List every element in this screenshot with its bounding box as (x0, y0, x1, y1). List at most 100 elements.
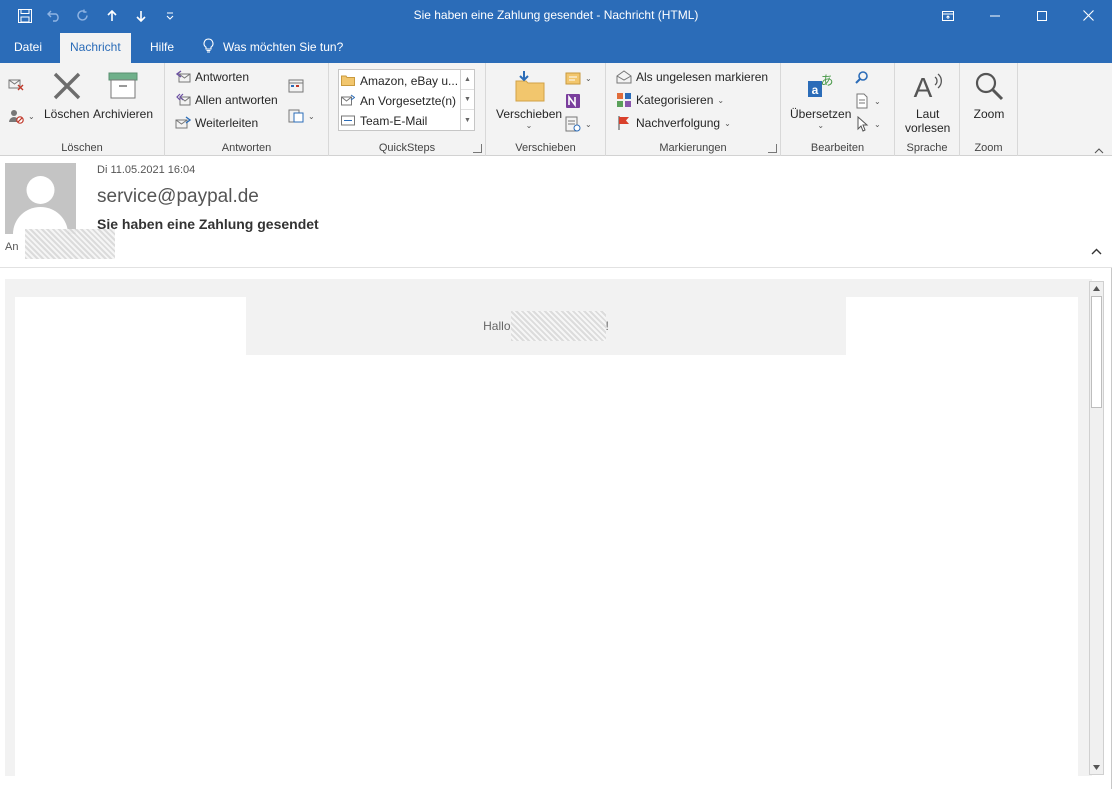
group-label-bearbeiten: Bearbeiten (810, 142, 865, 154)
lightbulb-icon (203, 38, 214, 56)
read-aloud-label-2: vorlesen (905, 121, 951, 135)
read-aloud-button[interactable]: A Laut vorlesen (905, 69, 950, 135)
reply-icon (175, 69, 191, 85)
message-date: Di 11.05.2021 16:04 (97, 164, 196, 176)
chevron-down-icon: ⌄ (724, 118, 731, 128)
svg-text:あ: あ (820, 74, 833, 89)
forward-icon (175, 115, 191, 131)
group-label-antworten: Antworten (221, 142, 272, 154)
message-header: Di 11.05.2021 16:04 service@paypal.de Si… (0, 156, 1112, 268)
quickstep-item[interactable]: Team-E-Mail (341, 111, 427, 131)
actions-icon (565, 116, 581, 132)
minimize-icon[interactable] (971, 0, 1018, 31)
archive-label: Archivieren (93, 107, 154, 121)
forward-button[interactable]: Weiterleiten (175, 113, 258, 133)
junk-button[interactable]: ⌄ (8, 106, 35, 126)
collapse-header-icon[interactable] (1091, 244, 1102, 258)
onenote-button[interactable] (565, 91, 581, 111)
quickstep-item[interactable]: Amazon, eBay u... (341, 71, 458, 91)
gallery-expand-icon[interactable]: ▼ (461, 110, 474, 130)
forward-mail-icon (341, 94, 356, 109)
categorize-button[interactable]: Kategorisieren ⌄ (616, 90, 724, 110)
sender-address[interactable]: service@paypal.de (97, 186, 259, 208)
related-button[interactable]: ⌄ (854, 91, 881, 111)
window-controls (924, 0, 1112, 31)
tab-datei[interactable]: Datei (4, 31, 52, 63)
group-zoom: Zoom Zoom (960, 63, 1018, 156)
tab-nachricht[interactable]: Nachricht (60, 33, 131, 63)
translate-icon: aあ (804, 69, 838, 103)
find-button[interactable] (854, 68, 870, 88)
reply-button[interactable]: Antworten (175, 67, 249, 87)
read-aloud-label-1: Laut (916, 107, 940, 121)
delete-label: Löschen (44, 107, 90, 121)
move-button[interactable]: Verschieben ⌄ (496, 69, 562, 130)
scroll-down-icon[interactable]: ▼ (461, 90, 474, 110)
sender-avatar[interactable] (5, 163, 76, 234)
quickstep-item[interactable]: An Vorgesetzte(n) (341, 91, 456, 111)
reply-all-label: Allen antworten (195, 93, 278, 107)
meeting-icon (288, 78, 304, 94)
ignore-button[interactable] (8, 74, 24, 94)
greeting-prefix: Hallo (483, 319, 511, 333)
maximize-icon[interactable] (1018, 0, 1065, 31)
zoom-label: Zoom (973, 107, 1005, 121)
chevron-down-icon: ⌄ (308, 111, 315, 121)
translate-button[interactable]: aあ Übersetzen ⌄ (790, 69, 851, 130)
ribbon-display-options-icon[interactable] (924, 0, 971, 31)
rules-icon (565, 70, 581, 86)
group-label-loeschen: Löschen (61, 142, 103, 154)
magnifier-icon (972, 69, 1006, 103)
categorize-label: Kategorisieren (636, 93, 714, 107)
reply-all-icon (175, 92, 191, 108)
chevron-down-icon: ⌄ (874, 119, 881, 129)
team-mail-icon (341, 114, 355, 129)
rules-button[interactable]: ⌄ (565, 68, 592, 88)
group-label-zoom: Zoom (974, 142, 1003, 154)
actions-button[interactable]: ⌄ (565, 114, 592, 134)
quicksteps-gallery: Amazon, eBay u... An Vorgesetzte(n) Team… (338, 69, 475, 131)
tab-hilfe[interactable]: Hilfe (140, 31, 184, 63)
ribbon-tab-bar: Datei Nachricht Hilfe Was möchten Sie tu… (0, 31, 1112, 63)
group-verschieben: Verschieben ⌄ ⌄ ⌄ Verschieben (486, 63, 606, 156)
group-label-sprache: Sprache (906, 142, 948, 154)
svg-text:A: A (913, 72, 932, 101)
tell-me-search[interactable]: Was möchten Sie tun? (203, 31, 343, 63)
chevron-down-icon: ⌄ (585, 73, 592, 83)
scrollbar-thumb[interactable] (1091, 296, 1102, 408)
flag-icon (616, 115, 632, 131)
dialog-launcher-icon[interactable] (473, 144, 482, 153)
group-loeschen: ⌄ Löschen Archivieren Löschen (0, 63, 165, 156)
scroll-up-icon[interactable]: ▲ (461, 70, 474, 90)
scroll-down-icon[interactable] (1092, 763, 1101, 772)
meeting-button[interactable] (288, 76, 304, 96)
collapse-ribbon-icon[interactable] (1094, 143, 1104, 154)
reply-all-button[interactable]: Allen antworten (175, 90, 278, 110)
to-label: An (5, 241, 19, 253)
message-body: Hallo ! (15, 297, 1078, 776)
zoom-button[interactable]: Zoom (972, 69, 1006, 121)
chevron-down-icon: ⌄ (28, 111, 35, 121)
more-respond-button[interactable]: ⌄ (288, 106, 315, 126)
translate-label: Übersetzen (790, 107, 852, 121)
select-button[interactable]: ⌄ (854, 114, 881, 134)
junk-icon (8, 108, 24, 124)
body-scrollbar[interactable] (1089, 281, 1104, 775)
mark-unread-button[interactable]: Als ungelesen markieren (616, 67, 768, 87)
archive-button[interactable]: Archivieren (93, 69, 153, 121)
move-label: Verschieben (496, 107, 563, 121)
scroll-up-icon[interactable] (1092, 284, 1101, 293)
mark-unread-label: Als ungelesen markieren (636, 70, 769, 84)
dialog-launcher-icon[interactable] (768, 144, 777, 153)
group-label-quicksteps: QuickSteps (378, 142, 436, 154)
svg-text:a: a (811, 83, 818, 97)
close-icon[interactable] (1065, 0, 1112, 31)
quicksteps-scrollbar[interactable]: ▲ ▼ ▼ (460, 70, 474, 130)
tell-me-label: Was möchten Sie tun? (223, 40, 344, 54)
chevron-down-icon: ⌄ (525, 121, 533, 130)
reply-label: Antworten (195, 70, 250, 84)
read-aloud-icon: A (911, 69, 945, 103)
cursor-icon (854, 116, 870, 132)
delete-button[interactable]: Löschen (44, 69, 89, 121)
followup-button[interactable]: Nachverfolgung ⌄ (616, 113, 731, 133)
